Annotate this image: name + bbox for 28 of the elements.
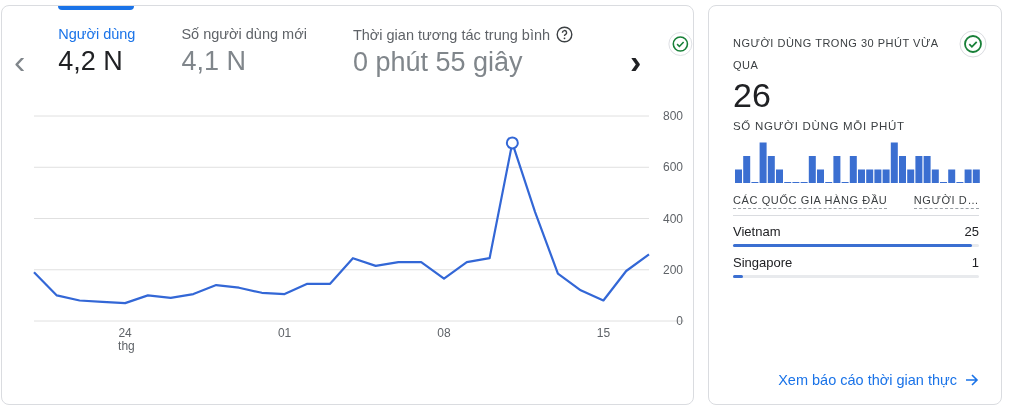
user-count: 25	[964, 224, 979, 239]
metric-tab[interactable]: Số người dùng mới 4,1 N	[181, 6, 307, 78]
axis-label: 800	[662, 109, 683, 123]
previous-button[interactable]: ‹	[14, 44, 59, 78]
axis-label: 0	[676, 314, 683, 328]
axis-label: 01	[277, 326, 292, 340]
help-icon[interactable]	[556, 26, 574, 43]
axis-label: thg	[118, 339, 135, 353]
country-name: Singapore	[733, 255, 793, 270]
active-users-count: 26	[733, 76, 772, 114]
metric-tab[interactable]: Người dùng 4,2 N	[58, 6, 136, 78]
axis-label: 600	[662, 160, 683, 175]
arrow-right-icon	[965, 373, 979, 387]
axis-label: 08	[437, 326, 451, 340]
axis-label: 24	[118, 326, 132, 340]
column-header[interactable]: NGƯỜI D…	[913, 194, 979, 209]
next-button[interactable]: ›	[625, 44, 647, 78]
card-title: NGƯỜI DÙNG TRONG 30 PHÚT VỪA QUA	[733, 36, 939, 73]
realtime-report-link[interactable]: Xem báo cáo thời gian thực	[778, 372, 979, 388]
user-count: 1	[971, 255, 979, 270]
point-marker	[505, 136, 519, 150]
axis-label: 400	[662, 211, 683, 226]
chart-caption: SỐ NGƯỜI DÙNG MỖI PHÚT	[733, 120, 906, 132]
country-name: Vietnam	[733, 224, 781, 239]
axis-label: 15	[596, 326, 611, 340]
axis-label: 200	[662, 262, 683, 277]
column-header[interactable]: CÁC QUỐC GIA HÀNG ĐẦU	[733, 194, 888, 209]
metric-tab[interactable]: Thời gian tương tác trung bình 0 phút 55 giây	[352, 6, 574, 78]
